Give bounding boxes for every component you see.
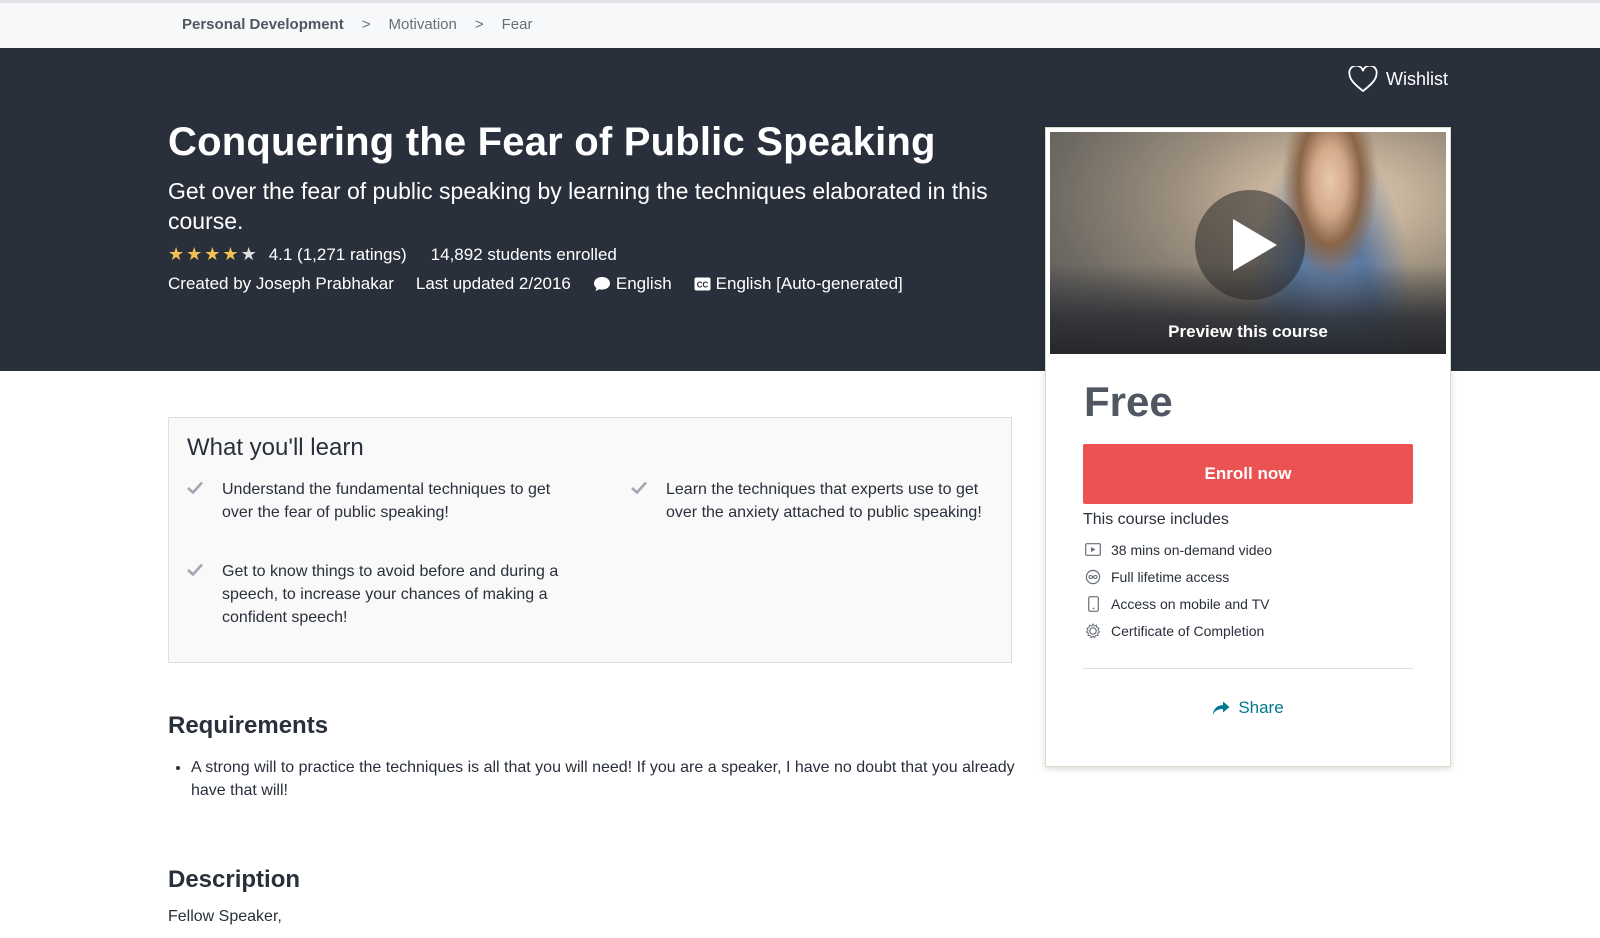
- learn-item-text: Learn the techniques that experts use to…: [666, 481, 982, 521]
- list-item: Certificate of Completion: [1083, 617, 1272, 644]
- course-preview[interactable]: Preview this course: [1050, 132, 1446, 354]
- breadcrumb-separator: >: [361, 16, 371, 33]
- share-label: Share: [1238, 698, 1284, 717]
- includes-item-label: Certificate of Completion: [1111, 622, 1265, 639]
- captions-label: English [Auto-generated]: [715, 274, 903, 293]
- language-label: English: [615, 274, 672, 293]
- breadcrumb-item-fear[interactable]: Fear: [502, 16, 533, 33]
- includes-list: 38 mins on-demand video Full lifetime ac…: [1083, 536, 1272, 644]
- learn-title: What you'll learn: [187, 434, 364, 461]
- enrolled-count: 14,892 students enrolled: [430, 244, 617, 264]
- star-rating: ★ ★ ★ ★ ★: [168, 244, 259, 265]
- mobile-icon: [1083, 595, 1103, 612]
- learn-item-text: Understand the fundamental techniques to…: [222, 481, 551, 521]
- learn-item: Learn the techniques that experts use to…: [631, 478, 1001, 524]
- breadcrumb: Personal Development > Motivation > Fear: [182, 16, 532, 33]
- course-subtitle: Get over the fear of public speaking by …: [168, 178, 988, 234]
- requirements-title: Requirements: [168, 712, 329, 739]
- closed-captions-icon: CC: [694, 277, 711, 291]
- share-button[interactable]: Share: [1046, 698, 1450, 718]
- infinity-icon: [1083, 569, 1103, 585]
- page-title: Conquering the Fear of Public Speaking: [168, 120, 936, 164]
- price: Free: [1084, 378, 1173, 425]
- what-youll-learn: What you'll learn Understand the fundame…: [168, 417, 1012, 663]
- learn-item: Get to know things to avoid before and d…: [187, 560, 567, 629]
- learn-item-text: Get to know things to avoid before and d…: [222, 563, 559, 626]
- includes-item-label: Access on mobile and TV: [1111, 595, 1270, 612]
- speech-bubble-icon: [593, 276, 611, 292]
- last-updated: Last updated 2/2016: [415, 274, 571, 293]
- star-icon: ★: [168, 244, 185, 264]
- captions: CC English [Auto-generated]: [694, 274, 903, 294]
- divider: [1083, 668, 1413, 669]
- rating-row: ★ ★ ★ ★ ★ 4.1 (1,271 ratings) 14,892 stu…: [168, 244, 617, 265]
- enroll-now-button[interactable]: Enroll now: [1083, 444, 1413, 504]
- rating-text[interactable]: 4.1 (1,271 ratings): [269, 245, 407, 265]
- breadcrumb-item-personal-development[interactable]: Personal Development: [182, 16, 344, 33]
- learn-item: Understand the fundamental techniques to…: [187, 478, 567, 524]
- star-icon: ★: [186, 244, 203, 264]
- video-icon: [1083, 543, 1103, 556]
- breadcrumb-separator: >: [474, 16, 484, 33]
- course-meta: Created by Joseph Prabhakar Last updated…: [168, 274, 925, 294]
- share-icon: [1213, 701, 1230, 715]
- description-title: Description: [168, 866, 301, 893]
- checkmark-icon: [631, 478, 666, 524]
- list-item: A strong will to practice the techniques…: [191, 756, 1016, 802]
- heart-icon: [1348, 66, 1378, 93]
- includes-title: This course includes: [1083, 511, 1229, 528]
- list-item: Access on mobile and TV: [1083, 590, 1272, 617]
- language: English: [593, 274, 672, 294]
- star-icon: ★: [222, 244, 239, 264]
- svg-text:CC: CC: [696, 281, 708, 290]
- star-icon: ★: [204, 244, 221, 264]
- star-icon: ★: [240, 244, 257, 264]
- list-item: 38 mins on-demand video: [1083, 536, 1272, 563]
- purchase-card: Preview this course Free Enroll now This…: [1045, 127, 1451, 767]
- play-icon[interactable]: [1195, 190, 1305, 300]
- wishlist-button[interactable]: Wishlist: [1348, 66, 1448, 93]
- includes-item-label: 38 mins on-demand video: [1111, 541, 1273, 558]
- description-text: Fellow Speaker,: [168, 908, 282, 925]
- includes-item-label: Full lifetime access: [1111, 568, 1230, 585]
- requirements-list: A strong will to practice the techniques…: [191, 756, 1016, 802]
- wishlist-label: Wishlist: [1386, 69, 1448, 89]
- preview-label: Preview this course: [1168, 322, 1328, 341]
- breadcrumb-item-motivation[interactable]: Motivation: [388, 16, 456, 33]
- certificate-icon: [1083, 622, 1103, 639]
- checkmark-icon: [187, 478, 222, 524]
- breadcrumb-bar: Personal Development > Motivation > Fear: [0, 0, 1600, 48]
- created-by[interactable]: Created by Joseph Prabhakar: [168, 274, 394, 294]
- checkmark-icon: [187, 560, 222, 629]
- list-item: Full lifetime access: [1083, 563, 1272, 590]
